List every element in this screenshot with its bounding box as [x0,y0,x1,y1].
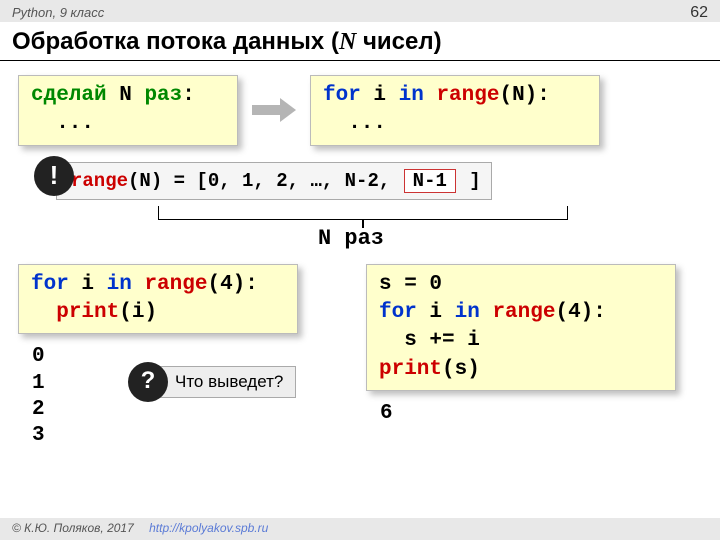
pseudo-to-code-row: сделай N раз: ... for i in range(N): ... [18,75,702,146]
r-body: s += i [379,329,480,352]
range-close: ] [458,170,481,192]
loop-var: i [361,84,399,107]
kw-in-3: in [455,301,480,324]
page-number: 62 [690,4,708,22]
footer-strip: © К.Ю. Поляков, 2017 http://kpolyakov.sp… [0,518,720,540]
header-strip: Python, 9 класс 62 [0,0,720,22]
examples-row: for i in range(4): print(i) 0 1 2 3 s = … [18,264,702,450]
range-explanation-row: ! range(N) = [0, 1, 2, …, N-2, N-1 ] [46,162,702,200]
kw-range-4: range [492,301,555,324]
pseudo-body: ... [31,112,94,135]
question-callout: ? Что выведет? [128,362,296,402]
title-text-b: чисел) [356,28,441,55]
output-right: 6 [380,401,686,427]
footer-link: http://kpolyakov.spb.ru [149,521,268,535]
r-l1: s = 0 [379,273,442,296]
bracket-icon [158,206,568,220]
question-badge: ? [128,362,168,402]
kw-range: range [436,84,499,107]
sp [424,84,437,107]
example-right-box: s = 0 for i in range(4): s += i print(s) [366,264,676,391]
exclamation-badge: ! [34,156,74,196]
kw-range-2: range [71,170,128,192]
r-parg: (s) [442,358,480,381]
range-eq: (N) = [0, 1, 2, …, N-2, [128,170,402,192]
kw-print: print [56,301,119,324]
var-2: i [69,273,107,296]
loop-body: ... [323,112,386,135]
range-explanation-box: range(N) = [0, 1, 2, …, N-2, N-1 ] [56,162,492,200]
pseudo-n: N [107,84,145,107]
ind [31,301,56,324]
arg-3: (4): [555,301,605,324]
var-3: i [417,301,455,324]
kw-for: for [323,84,361,107]
pseudocode-box: сделай N раз: ... [18,75,238,146]
copyright: © К.Ю. Поляков, 2017 [12,521,134,535]
page-title: Обработка потока данных (N чисел) [0,22,720,61]
arg-2: (4): [207,273,257,296]
parg: (i) [119,301,157,324]
bracket-wrap: N раз [18,206,702,254]
kw-in-2: in [107,273,132,296]
colon: : [182,84,195,107]
kw-range-3: range [144,273,207,296]
arrow-icon [252,100,296,120]
kw-times: раз [144,84,182,107]
kw-for-3: for [379,301,417,324]
title-var: N [339,29,356,55]
kw-do: сделай [31,84,107,107]
kw-print-2: print [379,358,442,381]
example-left-box: for i in range(4): print(i) [18,264,298,335]
kw-for-2: for [31,273,69,296]
range-last-boxed: N-1 [404,169,456,193]
n-times-label: N раз [318,226,384,251]
sp3 [480,301,493,324]
sp2 [132,273,145,296]
loop-arg: (N): [499,84,549,107]
kw-in: in [399,84,424,107]
title-text-a: Обработка потока данных ( [12,28,339,55]
for-loop-box: for i in range(N): ... [310,75,600,146]
question-box: Что выведет? [154,366,296,398]
course-label: Python, 9 класс [12,5,104,20]
